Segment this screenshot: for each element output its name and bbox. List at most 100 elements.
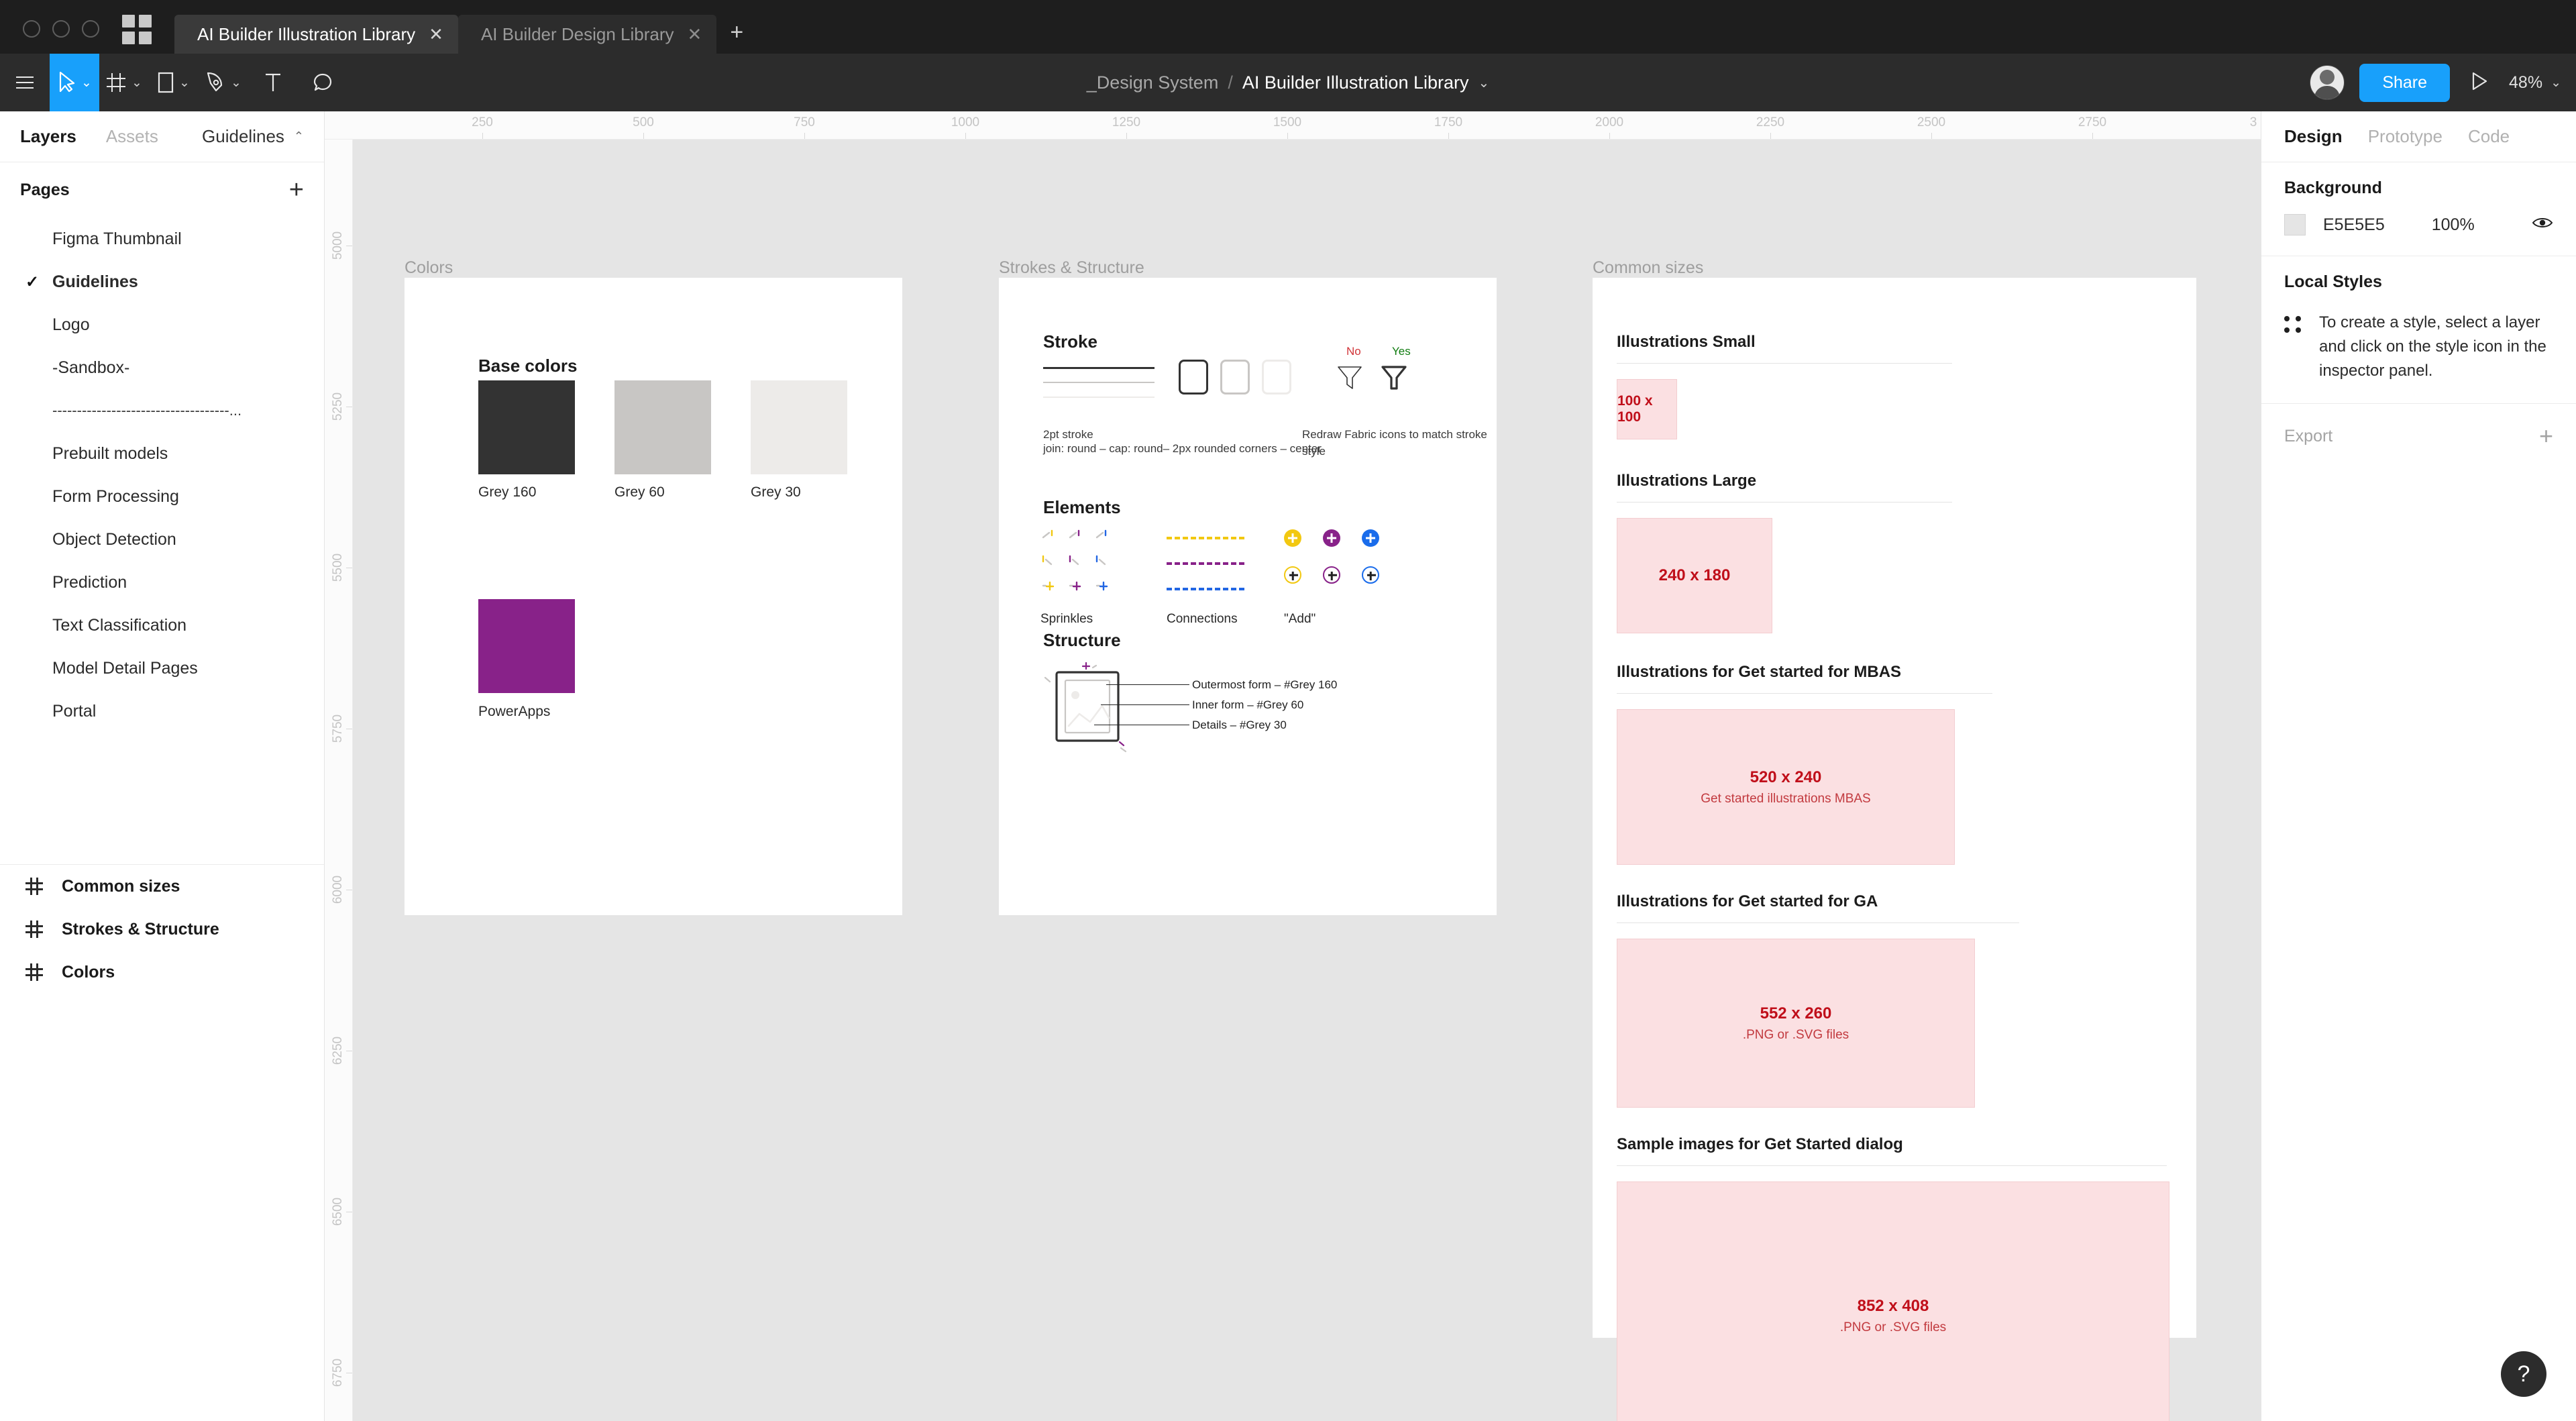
file-tab-design-library[interactable]: AI Builder Design Library ✕	[458, 15, 717, 54]
color-swatch-label: Grey 160	[478, 484, 537, 500]
page-item-portal[interactable]: Portal	[0, 690, 324, 733]
ruler-tick: 1250	[1112, 115, 1141, 129]
page-item-prediction[interactable]: Prediction	[0, 561, 324, 604]
frame-colors[interactable]: Base colors Grey 160 Grey 60 Grey 30 Pow…	[405, 278, 902, 915]
chevron-down-icon[interactable]: ⌄	[179, 76, 190, 89]
ruler-tick: 6250	[331, 1036, 345, 1065]
chevron-down-icon[interactable]: ⌄	[81, 76, 92, 89]
divider	[1617, 363, 1952, 364]
placeholder-dimensions: 240 x 180	[1658, 566, 1731, 584]
file-tab-illustration-library[interactable]: AI Builder Illustration Library ✕	[174, 15, 458, 54]
add-export-button[interactable]: +	[2539, 424, 2553, 448]
page-item-object-detection[interactable]: Object Detection	[0, 518, 324, 561]
tab-prototype[interactable]: Prototype	[2368, 126, 2443, 147]
page-item-divider[interactable]: ------------------------------------...	[0, 389, 324, 432]
leader-line-outermost	[1106, 684, 1189, 685]
pen-icon	[207, 72, 223, 92]
comment-icon	[313, 73, 332, 91]
move-tool-button[interactable]: ⌄	[50, 54, 99, 111]
main-menu-button[interactable]	[0, 54, 50, 111]
background-color-swatch[interactable]	[2284, 214, 2306, 235]
present-button[interactable]	[2450, 71, 2506, 95]
page-item-prebuilt-models[interactable]: Prebuilt models	[0, 432, 324, 475]
placeholder-100x100[interactable]: 100 x 100	[1617, 379, 1677, 439]
page-item-guidelines[interactable]: ✓ Guidelines	[0, 260, 324, 303]
share-button[interactable]: Share	[2359, 63, 2451, 102]
layer-item-common-sizes[interactable]: Common sizes	[0, 865, 324, 908]
page-label: Figma Thumbnail	[52, 229, 182, 248]
tab-layers[interactable]: Layers	[20, 126, 76, 147]
page-item-sandbox[interactable]: -Sandbox-	[0, 346, 324, 389]
placeholder-subtitle: Get started illustrations MBAS	[1701, 791, 1871, 806]
background-hex-value[interactable]: E5E5E5	[2323, 215, 2385, 235]
page-item-model-detail-pages[interactable]: Model Detail Pages	[0, 647, 324, 690]
chevron-up-icon: ⌃	[293, 129, 304, 143]
frame-tool-button[interactable]: ⌄	[99, 54, 149, 111]
help-button[interactable]: ?	[2501, 1351, 2546, 1397]
frame-common-sizes[interactable]: Illustrations Small 100 x 100 Illustrati…	[1593, 278, 2196, 1421]
ruler-tick: 1000	[951, 115, 980, 129]
check-icon: ✓	[25, 272, 40, 291]
window-minimize-icon[interactable]	[52, 20, 70, 38]
layer-label: Common sizes	[62, 876, 180, 896]
chevron-down-icon[interactable]: ⌄	[231, 76, 241, 89]
breadcrumb-project[interactable]: _Design System	[1087, 72, 1219, 93]
close-icon[interactable]: ✕	[429, 24, 443, 45]
main-toolbar: ⌄ ⌄ ⌄ ⌄ _Design System / AI Builder Illu…	[0, 54, 2576, 111]
background-opacity-value[interactable]: 100%	[2432, 215, 2475, 235]
pen-tool-button[interactable]: ⌄	[199, 54, 248, 111]
avatar[interactable]	[2310, 65, 2345, 100]
color-swatch-grey30[interactable]	[751, 380, 847, 474]
frame-label-common-sizes[interactable]: Common sizes	[1593, 258, 1703, 278]
tab-assets[interactable]: Assets	[106, 126, 158, 147]
color-swatch-grey60[interactable]	[614, 380, 711, 474]
layer-item-strokes-structure[interactable]: Strokes & Structure	[0, 908, 324, 951]
add-page-button[interactable]: +	[289, 177, 304, 203]
frame-label-strokes-structure[interactable]: Strokes & Structure	[999, 258, 1144, 278]
color-swatch-label: Grey 30	[751, 484, 801, 500]
shape-tool-button[interactable]: ⌄	[149, 54, 199, 111]
ruler-tick: 5250	[331, 392, 345, 421]
window-maximize-icon[interactable]	[82, 20, 99, 38]
layer-item-colors[interactable]: Colors	[0, 951, 324, 994]
ruler-tick: 3	[2249, 115, 2257, 129]
page-item-form-processing[interactable]: Form Processing	[0, 475, 324, 518]
frame-strokes-structure[interactable]: Stroke 2pt stroke join: round – cap: rou…	[999, 278, 1497, 915]
chevron-down-icon[interactable]: ⌄	[1479, 74, 1490, 91]
comment-tool-button[interactable]	[298, 54, 347, 111]
window-close-icon[interactable]	[23, 20, 40, 38]
eye-icon[interactable]	[2532, 215, 2553, 235]
current-page-selector[interactable]: Guidelines ⌃	[202, 126, 304, 147]
placeholder-852x408[interactable]: 852 x 408 .PNG or .SVG files	[1617, 1181, 2169, 1421]
file-browser-grid-icon[interactable]	[122, 15, 152, 44]
add-icon-filled-yellow	[1284, 529, 1301, 547]
color-swatch-powerapps[interactable]	[478, 599, 575, 693]
tab-code[interactable]: Code	[2468, 126, 2510, 147]
placeholder-520x240[interactable]: 520 x 240 Get started illustrations MBAS	[1617, 709, 1955, 865]
vertical-ruler: 5000 5250 5500 5750 6000 6250 6500 6750	[325, 111, 353, 1421]
structure-note-details: Details – #Grey 30	[1192, 719, 1287, 731]
style-dots-icon	[2284, 316, 2302, 333]
frame-label-colors[interactable]: Colors	[405, 258, 453, 278]
placeholder-240x180[interactable]: 240 x 180	[1617, 518, 1772, 633]
placeholder-552x260[interactable]: 552 x 260 .PNG or .SVG files	[1617, 939, 1975, 1108]
page-item-logo[interactable]: Logo	[0, 303, 324, 346]
placeholder-dimensions: 852 x 408	[1857, 1296, 1929, 1315]
text-tool-button[interactable]	[248, 54, 298, 111]
design-canvas[interactable]: 250 500 750 1000 1250 1500 1750 2000 225…	[325, 111, 2261, 1421]
window-controls[interactable]	[0, 20, 117, 54]
local-styles-hint: To create a style, select a layer and cl…	[2319, 313, 2546, 380]
color-swatch-grey160[interactable]	[478, 380, 575, 474]
zoom-control[interactable]: 48% ⌄	[2506, 73, 2561, 93]
page-item-figma-thumbnail[interactable]: Figma Thumbnail	[0, 217, 324, 260]
breadcrumb-file-name[interactable]: AI Builder Illustration Library	[1242, 72, 1469, 93]
close-icon[interactable]: ✕	[688, 24, 702, 45]
background-fill-row[interactable]: E5E5E5 100%	[2284, 214, 2553, 235]
size-group-heading: Illustrations Large	[1617, 472, 1757, 490]
new-tab-button[interactable]: +	[716, 7, 761, 54]
page-label: -Sandbox-	[52, 358, 130, 377]
page-item-text-classification[interactable]: Text Classification	[0, 604, 324, 647]
chevron-down-icon[interactable]: ⌄	[131, 76, 142, 89]
tab-design[interactable]: Design	[2284, 126, 2343, 147]
chevron-down-icon[interactable]: ⌄	[2551, 76, 2561, 89]
